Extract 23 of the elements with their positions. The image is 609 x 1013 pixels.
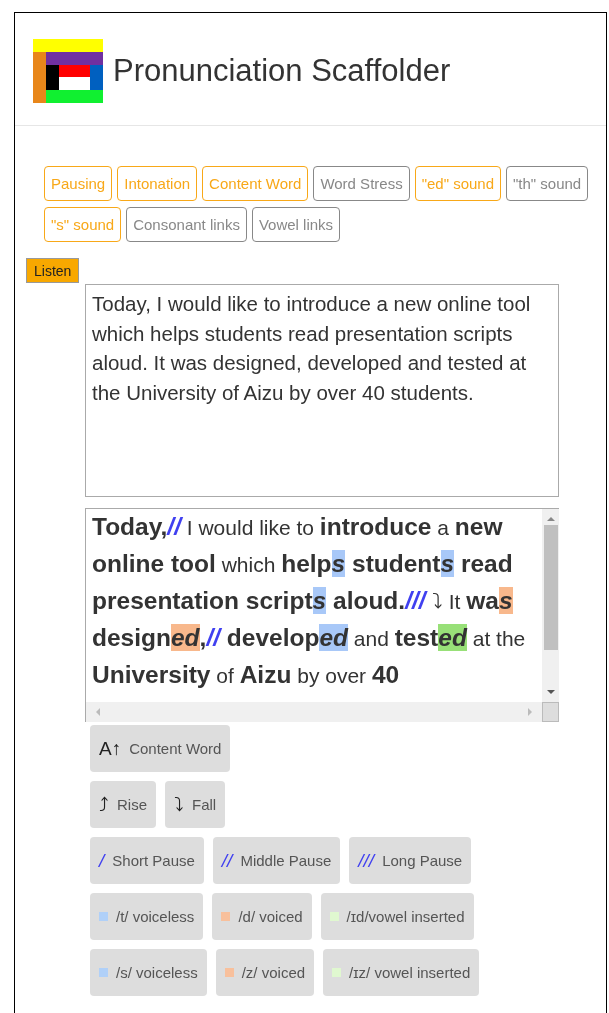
feature-toggle[interactable]: Consonant links — [126, 207, 247, 242]
feature-toggle[interactable]: "th" sound — [506, 166, 589, 201]
legend-button[interactable]: /t/ voiceless — [90, 893, 204, 940]
script-input-field[interactable]: Today, I would like to introduce a new online tool which helps students read presentation scripts aloud. It was designed, developed and tested at the University of Aizu by over 40 students. — [85, 284, 559, 497]
app-title: Pronunciation Scaffolder — [113, 53, 451, 89]
logo-icon — [33, 39, 103, 103]
legend-button[interactable]: // Middle Pause — [212, 837, 341, 884]
feature-toggle[interactable]: Word Stress — [313, 166, 410, 201]
legend-button[interactable]: ⤴ Rise — [90, 781, 156, 828]
listen-button[interactable]: Listen — [26, 258, 80, 283]
legend-button[interactable]: ⤵ Fall — [165, 781, 226, 828]
legend-button[interactable]: /ɪz/ vowel inserted — [323, 949, 480, 996]
scrollbar-corner — [542, 702, 559, 722]
legend-button[interactable]: /// Long Pause — [349, 837, 472, 884]
legend-button[interactable]: /z/ voiced — [215, 949, 315, 996]
legend-button[interactable]: / Short Pause — [90, 837, 204, 884]
legend-button[interactable]: /ɪd/vowel inserted — [320, 893, 474, 940]
legend-button[interactable]: /s/ voiceless — [90, 949, 207, 996]
vertical-scrollbar[interactable] — [542, 509, 559, 702]
feature-toggle[interactable]: Vowel links — [251, 207, 341, 242]
horizontal-scrollbar[interactable] — [86, 702, 542, 722]
legend-button[interactable]: /d/ voiced — [212, 893, 312, 940]
legend-button[interactable]: A↑ Content Word — [90, 725, 231, 772]
